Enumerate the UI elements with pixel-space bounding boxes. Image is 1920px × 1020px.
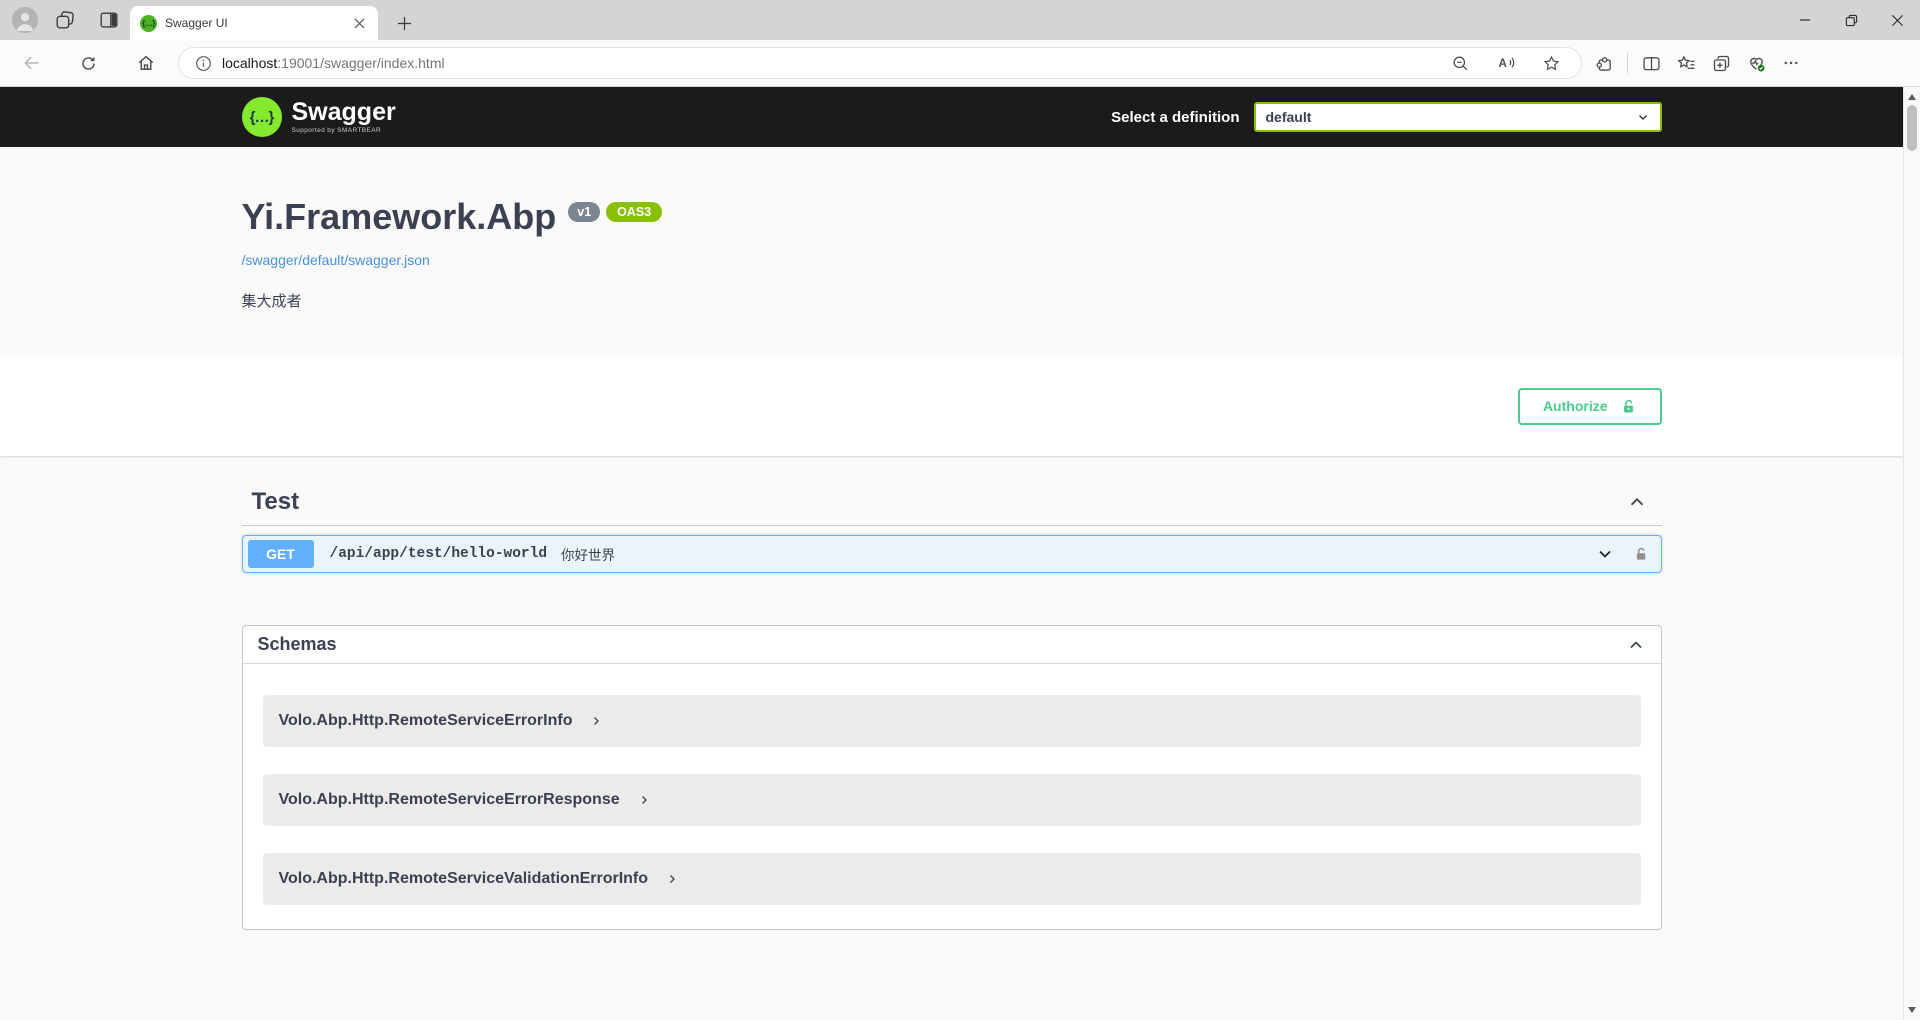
minimize-button[interactable] xyxy=(1782,0,1828,40)
definition-select-label: Select a definition xyxy=(1111,109,1239,126)
browser-tab[interactable]: {…} Swagger UI xyxy=(130,6,378,40)
swagger-favicon-icon: {…} xyxy=(140,15,157,32)
close-button[interactable] xyxy=(1874,0,1920,40)
page-content: {…} Swagger Supported by SMARTBEAR Selec… xyxy=(0,87,1903,1020)
schemas-header[interactable]: Schemas xyxy=(243,626,1661,664)
tab-actions-icon[interactable] xyxy=(96,7,122,33)
schema-name: Volo.Abp.Http.RemoteServiceErrorInfo xyxy=(279,712,573,730)
toolbar-divider xyxy=(1627,53,1628,73)
tag-title: Test xyxy=(252,488,300,516)
url-path: :19001/swagger/index.html xyxy=(277,55,444,71)
new-tab-button[interactable] xyxy=(390,9,418,37)
restore-button[interactable] xyxy=(1828,0,1874,40)
api-title: Yi.Framework.Abp xyxy=(242,195,557,239)
unlocked-padlock-icon xyxy=(1620,398,1637,415)
authorize-button[interactable]: Authorize xyxy=(1518,388,1662,425)
schema-row-remote-service-error-info[interactable]: Volo.Abp.Http.RemoteServiceErrorInfo xyxy=(263,695,1641,747)
schema-row-remote-service-validation-error-info[interactable]: Volo.Abp.Http.RemoteServiceValidationErr… xyxy=(263,853,1641,905)
spec-json-link[interactable]: /swagger/default/swagger.json xyxy=(242,252,430,268)
oas3-badge: OAS3 xyxy=(606,202,662,222)
scroll-up-arrow-icon[interactable] xyxy=(1904,89,1920,105)
authorize-label: Authorize xyxy=(1543,398,1608,414)
schema-row-remote-service-error-response[interactable]: Volo.Abp.Http.RemoteServiceErrorResponse xyxy=(263,774,1641,826)
api-description: 集大成者 xyxy=(242,290,1662,311)
svg-text:A: A xyxy=(1499,57,1508,70)
chevron-right-icon xyxy=(590,715,602,727)
home-button[interactable] xyxy=(134,51,158,75)
collections-icon[interactable] xyxy=(1709,51,1733,75)
operation-path: /api/app/test/hello-world xyxy=(330,546,548,562)
profile-avatar[interactable] xyxy=(12,7,38,33)
address-bar[interactable]: localhost:19001/swagger/index.html A xyxy=(178,47,1582,79)
zoom-out-icon[interactable] xyxy=(1451,54,1470,73)
window-controls xyxy=(1782,0,1920,40)
swagger-logo-icon: {…} xyxy=(242,97,282,137)
schemas-box: Schemas Volo.Abp.Http.RemoteServiceError… xyxy=(242,625,1662,930)
swagger-logo: {…} Swagger Supported by SMARTBEAR xyxy=(242,97,396,137)
operation-summary: 你好世界 xyxy=(561,544,615,564)
favorite-star-icon[interactable] xyxy=(1542,54,1561,73)
definition-selected-value: default xyxy=(1266,109,1312,125)
site-info-icon[interactable] xyxy=(195,55,212,72)
swagger-logo-subtitle: Supported by SMARTBEAR xyxy=(292,127,396,134)
schema-name: Volo.Abp.Http.RemoteServiceValidationErr… xyxy=(279,870,649,888)
favorites-icon[interactable] xyxy=(1674,51,1698,75)
version-badge: v1 xyxy=(568,202,600,222)
toolbar-icons xyxy=(1592,51,1803,75)
schema-name: Volo.Abp.Http.RemoteServiceErrorResponse xyxy=(279,791,620,809)
schemas-section: Schemas Volo.Abp.Http.RemoteServiceError… xyxy=(242,625,1662,930)
api-info-section: Yi.Framework.Abp v1 OAS3 /swagger/defaul… xyxy=(0,147,1903,356)
browser-essentials-icon[interactable] xyxy=(1744,51,1768,75)
tab-strip: {…} Swagger UI xyxy=(0,0,1920,40)
schemas-title: Schemas xyxy=(258,634,337,655)
collapse-tag-chevron-up-icon[interactable] xyxy=(1626,491,1648,513)
expand-operation-chevron-down-icon[interactable] xyxy=(1595,544,1615,564)
collapse-schemas-chevron-up-icon[interactable] xyxy=(1626,635,1646,655)
settings-menu-icon[interactable] xyxy=(1779,51,1803,75)
scheme-container: Authorize xyxy=(0,356,1903,456)
extensions-icon[interactable] xyxy=(1592,51,1616,75)
tab-title: Swagger UI xyxy=(165,16,350,30)
tag-section: Test GET /api/app/test/hello-world 你好世界 xyxy=(242,488,1662,573)
refresh-button[interactable] xyxy=(76,51,100,75)
swagger-topbar: {…} Swagger Supported by SMARTBEAR Selec… xyxy=(0,87,1903,147)
tag-header[interactable]: Test xyxy=(242,488,1662,526)
scrollbar-thumb[interactable] xyxy=(1907,105,1917,151)
url-host: localhost xyxy=(222,55,277,71)
page-scrollbar[interactable] xyxy=(1903,87,1920,1020)
browser-toolbar: localhost:19001/swagger/index.html A xyxy=(0,40,1920,87)
scroll-down-arrow-icon[interactable] xyxy=(1904,1002,1920,1018)
url-text: localhost:19001/swagger/index.html xyxy=(222,55,445,71)
read-aloud-icon[interactable]: A xyxy=(1496,53,1516,73)
workspaces-icon[interactable] xyxy=(52,7,78,33)
chevron-down-icon xyxy=(1636,110,1650,124)
swagger-logo-text: Swagger xyxy=(292,100,396,125)
auth-lock-icon[interactable] xyxy=(1633,546,1649,562)
definition-select[interactable]: default xyxy=(1254,102,1662,132)
split-screen-icon[interactable] xyxy=(1639,51,1663,75)
chevron-right-icon xyxy=(666,873,678,885)
tab-close-icon[interactable] xyxy=(350,14,368,32)
chevron-right-icon xyxy=(638,794,650,806)
person-icon xyxy=(12,7,38,33)
http-method-badge: GET xyxy=(248,540,314,568)
back-button[interactable] xyxy=(20,51,44,75)
operation-get-hello-world[interactable]: GET /api/app/test/hello-world 你好世界 xyxy=(242,535,1662,573)
